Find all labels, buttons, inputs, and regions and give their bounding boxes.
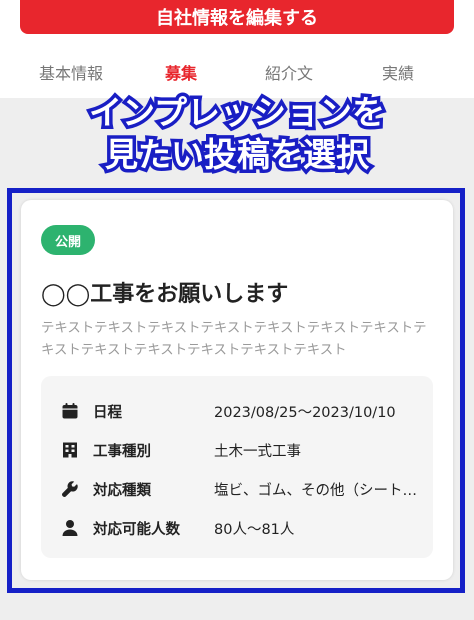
highlight-frame bbox=[7, 188, 465, 593]
tab-recruitment[interactable]: 募集 bbox=[165, 60, 197, 84]
edit-company-info-label: 自社情報を編集する bbox=[156, 8, 318, 29]
tab-basic-info[interactable]: 基本情報 bbox=[39, 60, 103, 84]
top-area: 自社情報を編集する 基本情報 募集 紹介文 実績 bbox=[0, 0, 474, 98]
instruction-line-2: 見たい投稿を選択 bbox=[102, 132, 373, 178]
tab-achievements[interactable]: 実績 bbox=[382, 60, 414, 84]
tab-introduction[interactable]: 紹介文 bbox=[265, 60, 313, 84]
tab-bar: 基本情報 募集 紹介文 実績 bbox=[0, 52, 474, 92]
edit-company-info-button[interactable]: 自社情報を編集する bbox=[20, 0, 454, 34]
instruction-line-1: インプレッションを bbox=[85, 90, 388, 136]
instruction-callout: インプレッションを 見たい投稿を選択 bbox=[0, 90, 474, 178]
